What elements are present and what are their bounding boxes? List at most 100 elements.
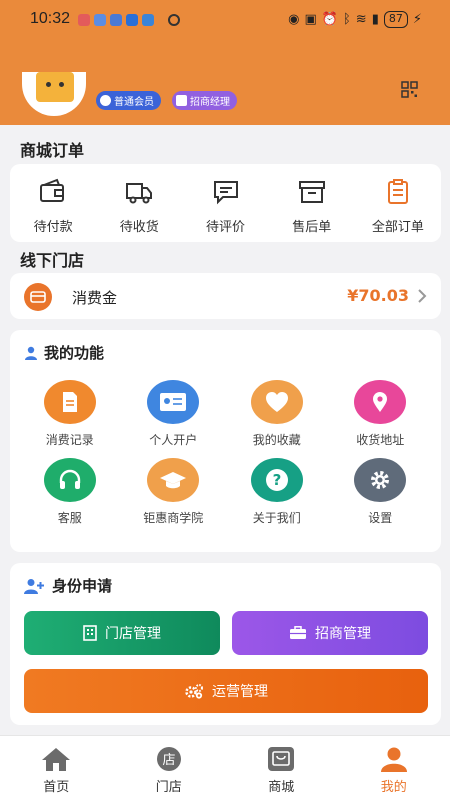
func-label: 消费记录 (45, 433, 94, 447)
graduation-cap-icon (147, 458, 200, 502)
order-all[interactable]: 全部订单 (355, 164, 441, 242)
chevron-right-icon (418, 289, 427, 303)
eye-icon: ◉ (288, 12, 300, 27)
orders-card: 待付款 待收货 待评价 售后单 全部订单 (10, 164, 441, 242)
manager-badge: 招商经理 (172, 91, 237, 110)
orders-section-title: 商城订单 (20, 141, 85, 160)
tab-home[interactable]: 首页 (0, 736, 113, 800)
order-after-sales[interactable]: 售后单 (269, 164, 355, 242)
app-notification-icon (94, 14, 106, 26)
tab-mall[interactable]: 商城 (225, 736, 338, 800)
order-item-label: 全部订单 (371, 220, 424, 235)
app-notification-icon (78, 14, 90, 26)
store-management-label: 门店管理 (105, 626, 161, 642)
home-icon (41, 746, 71, 772)
func-label: 关于我们 (252, 511, 301, 525)
profile-header: 10:32 ◉ ▣ ⏰ ᛒ ≋ ▮ 87 ⚡ 普通会员 招商经理 (0, 0, 450, 125)
merchant-management-button[interactable]: 招商管理 (232, 611, 428, 655)
identity-title: 身份申请 (52, 577, 113, 595)
merchant-management-label: 招商管理 (315, 626, 371, 642)
operations-management-label: 运营管理 (212, 684, 268, 700)
member-badge: 普通会员 (96, 91, 161, 110)
gear-icon (354, 458, 407, 502)
question-icon: ? (250, 458, 303, 502)
nfc-icon: ▣ (304, 12, 317, 27)
func-customer-service[interactable]: 客服 (18, 458, 122, 526)
func-shipping-address[interactable]: 收货地址 (329, 380, 433, 448)
user-icon (25, 346, 37, 360)
tab-label: 首页 (43, 780, 70, 795)
alipay-icon (126, 14, 138, 26)
manager-icon (176, 95, 187, 106)
consumption-gold-amount: ¥70.03 (347, 286, 409, 305)
briefcase-icon (290, 626, 306, 639)
app-notification-icon (142, 14, 154, 26)
battery-icon: 87 (383, 11, 408, 28)
signal-icon: ▮ (371, 12, 379, 27)
shop-bag-icon (266, 746, 296, 772)
tab-mine[interactable]: 我的 (338, 736, 450, 800)
store-section-title: 线下门店 (20, 251, 85, 270)
tab-store[interactable]: 店 门店 (113, 736, 226, 800)
status-indicators: ◉ ▣ ⏰ ᛒ ≋ ▮ 87 ⚡ (288, 11, 422, 28)
func-consumption-records[interactable]: 消费记录 (18, 380, 122, 448)
store-management-button[interactable]: 门店管理 (24, 611, 220, 655)
functions-card: 我的功能 消费记录 个人开户 我的收藏 收货地址 客服 钜惠商学院 ? 关于我们… (10, 330, 441, 552)
func-label: 钜惠商学院 (143, 511, 204, 525)
qr-code-icon[interactable] (401, 81, 418, 98)
order-pending-payment[interactable]: 待付款 (10, 164, 96, 242)
consumption-gold-row[interactable]: 消费金 ¥70.03 (10, 273, 441, 319)
clipboard-icon (387, 179, 408, 204)
comment-icon (213, 181, 238, 205)
status-time: 10:32 (30, 10, 71, 27)
functions-title: 我的功能 (44, 344, 105, 362)
order-item-label: 待付款 (33, 220, 73, 235)
order-pending-receipt[interactable]: 待收货 (96, 164, 182, 242)
func-about-us[interactable]: ? 关于我们 (225, 458, 329, 526)
member-icon (100, 95, 111, 106)
func-label: 客服 (57, 511, 82, 525)
wallet-icon (40, 178, 65, 202)
identity-card: 身份申请 门店管理 招商管理 运营管理 (10, 563, 441, 725)
tab-label: 商城 (268, 780, 295, 795)
identity-header: 身份申请 (24, 575, 112, 596)
speed-icon (168, 14, 180, 26)
svg-text:店: 店 (162, 753, 175, 768)
card-icon (24, 283, 52, 311)
order-item-label: 售后单 (292, 220, 332, 235)
wifi-icon: ≋ (355, 12, 367, 27)
functions-grid: 消费记录 个人开户 我的收藏 收货地址 客服 钜惠商学院 ? 关于我们 设置 (18, 380, 432, 526)
operations-management-button[interactable]: 运营管理 (24, 669, 428, 713)
bottom-tab-bar: 首页 店 门店 商城 我的 (0, 735, 450, 800)
func-label: 设置 (368, 511, 393, 525)
headset-icon (43, 458, 96, 502)
func-label: 收货地址 (356, 433, 405, 447)
order-item-label: 待收货 (119, 220, 159, 235)
alarm-icon: ⏰ (321, 12, 338, 27)
tab-label: 我的 (380, 780, 407, 795)
member-badge-label: 普通会员 (114, 97, 154, 108)
box-icon (298, 181, 325, 203)
order-pending-review[interactable]: 待评价 (182, 164, 268, 242)
order-item-label: 待评价 (206, 220, 246, 235)
notification-icons (78, 14, 180, 26)
func-favorites[interactable]: 我的收藏 (225, 380, 329, 448)
functions-header: 我的功能 (24, 342, 104, 363)
charging-icon: ⚡ (412, 12, 422, 27)
func-settings[interactable]: 设置 (329, 458, 433, 526)
store-icon: 店 (154, 746, 184, 772)
func-personal-account[interactable]: 个人开户 (122, 380, 226, 448)
building-icon (83, 625, 97, 641)
func-label: 我的收藏 (252, 433, 301, 447)
func-business-academy[interactable]: 钜惠商学院 (122, 458, 226, 526)
tab-label: 门店 (155, 780, 182, 795)
id-card-icon (147, 380, 200, 424)
avatar[interactable] (22, 72, 86, 116)
user-icon (379, 746, 409, 772)
svg-text:?: ? (272, 471, 281, 489)
gears-icon (185, 684, 203, 699)
bluetooth-icon: ᛒ (342, 12, 351, 27)
avatar-image (36, 72, 74, 102)
status-bar: 10:32 ◉ ▣ ⏰ ᛒ ≋ ▮ 87 ⚡ (0, 6, 450, 34)
consumption-gold-label: 消费金 (72, 289, 118, 307)
